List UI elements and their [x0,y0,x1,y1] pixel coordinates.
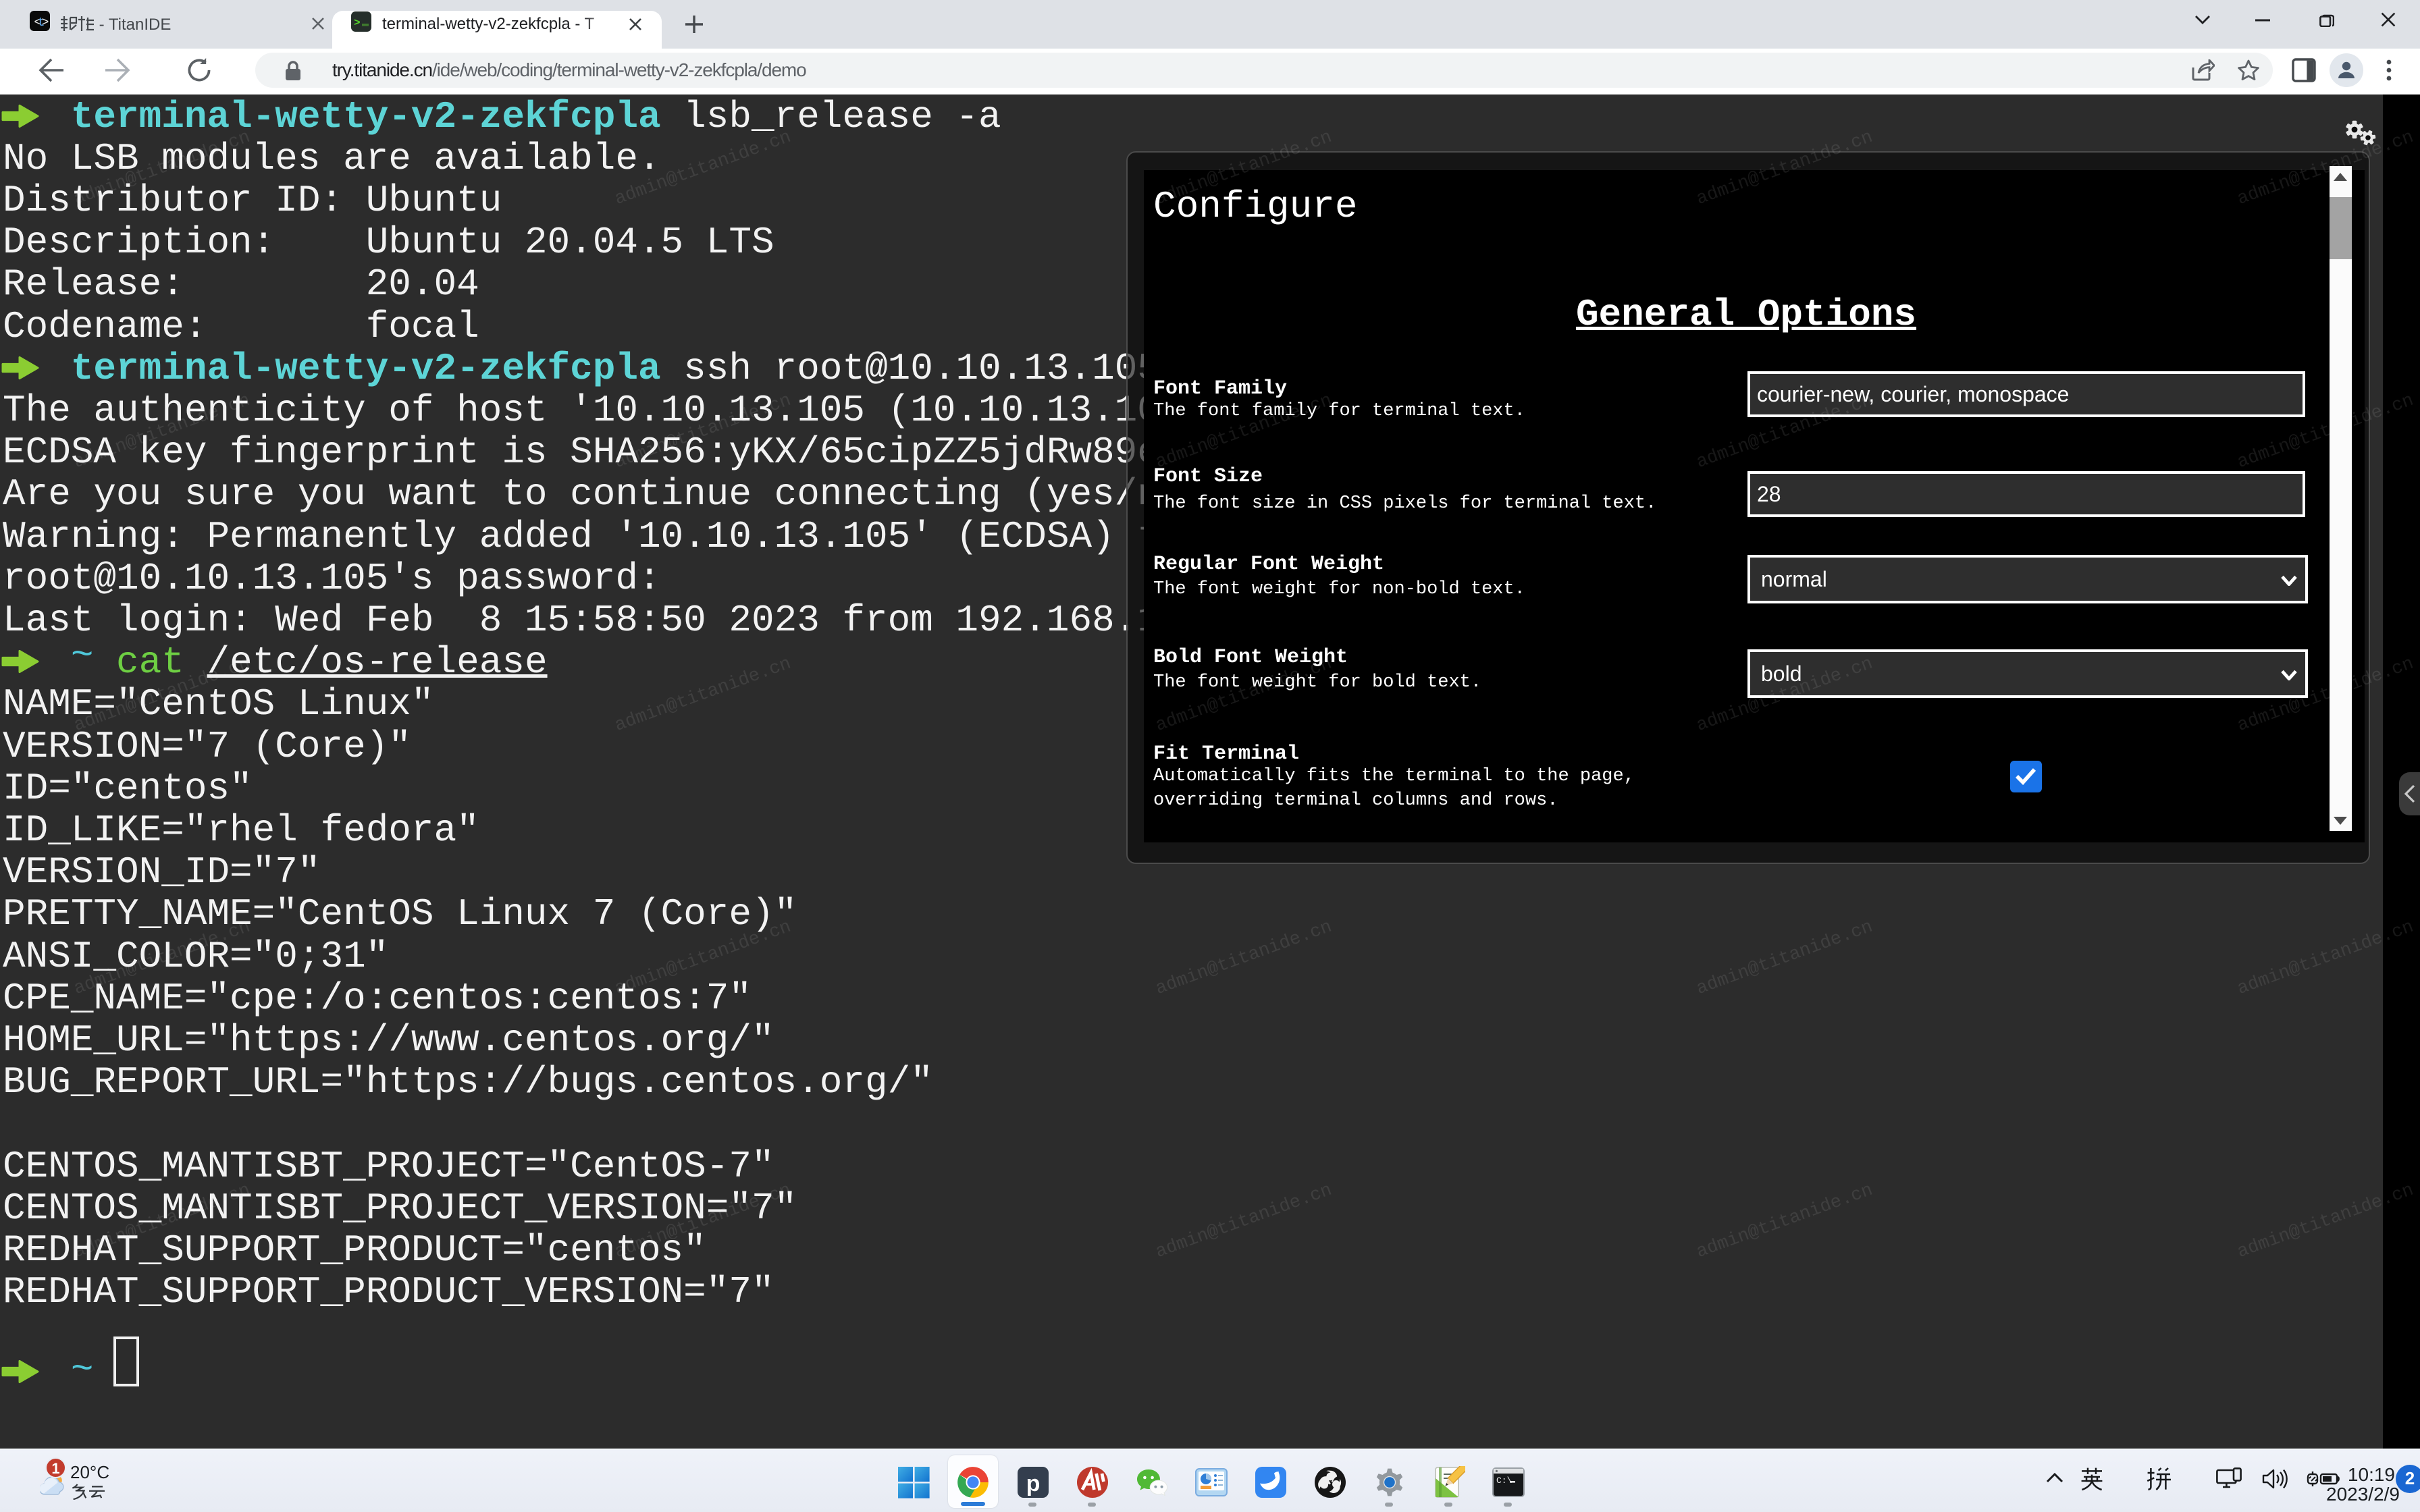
svg-text:>: > [42,16,49,30]
svg-text:>: > [354,17,361,29]
svg-text:p: p [1026,1471,1041,1496]
svg-text:C:\: C:\ [1496,1476,1512,1486]
